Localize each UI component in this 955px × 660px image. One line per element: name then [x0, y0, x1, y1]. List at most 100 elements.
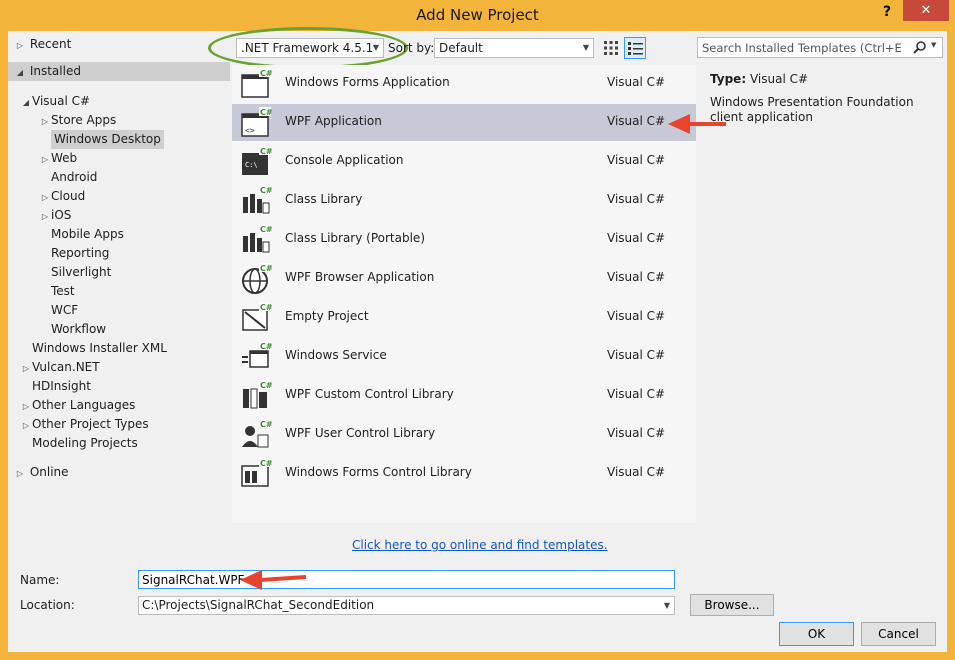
- name-label: Name:: [20, 573, 60, 587]
- template-row[interactable]: C# Class Library (Portable) Visual C#: [232, 221, 696, 258]
- tree-item-label: iOS: [51, 208, 72, 222]
- template-language: Visual C#: [607, 387, 666, 401]
- template-row[interactable]: C# Windows Forms Control Library Visual C#: [232, 455, 696, 492]
- tree-item-label: WCF: [51, 303, 79, 317]
- template-name: WPF Application: [285, 114, 382, 128]
- template-language: Visual C#: [607, 309, 666, 323]
- online-templates-link[interactable]: Click here to go online and find templat…: [352, 538, 608, 552]
- sort-select[interactable]: Default ▼: [434, 38, 594, 58]
- close-button[interactable]: ✕: [903, 0, 949, 21]
- cancel-button[interactable]: Cancel: [861, 622, 936, 646]
- wpf-window-icon: <> C#: [240, 107, 273, 139]
- empty-project-icon: C#: [240, 302, 273, 334]
- tree-item-recent[interactable]: ▷ Recent: [14, 35, 71, 54]
- tree-item[interactable]: Android: [39, 168, 97, 187]
- custom-control-icon: C#: [240, 380, 273, 412]
- template-language: Visual C#: [607, 465, 666, 479]
- expand-arrow-icon[interactable]: ▷: [39, 112, 51, 131]
- tree-item[interactable]: ▷ Web: [39, 149, 77, 168]
- collapse-arrow-icon[interactable]: ◢: [20, 93, 32, 112]
- tree-item[interactable]: ▷ Other Project Types: [20, 415, 149, 434]
- location-label: Location:: [20, 598, 75, 612]
- search-icon[interactable]: [912, 40, 928, 56]
- framework-select[interactable]: .NET Framework 4.5.1 ▼: [236, 38, 384, 58]
- browse-button[interactable]: Browse...: [690, 594, 774, 616]
- svg-text:<>: <>: [245, 126, 255, 135]
- svg-text:C#: C#: [260, 186, 272, 195]
- template-name: Windows Forms Application: [285, 75, 450, 89]
- expand-arrow-icon[interactable]: ▷: [14, 464, 26, 483]
- tree-item-label: Store Apps: [51, 113, 117, 127]
- tree-item-label: Modeling Projects: [32, 436, 138, 450]
- tree-item[interactable]: ▷ Cloud: [39, 187, 85, 206]
- tree-item-label: Silverlight: [51, 265, 112, 279]
- tree-item[interactable]: Windows Desktop: [39, 130, 164, 149]
- template-row[interactable]: C# WPF User Control Library Visual C#: [232, 416, 696, 453]
- template-language: Visual C#: [607, 114, 666, 128]
- framework-value: .NET Framework 4.5.1: [241, 41, 374, 55]
- template-row[interactable]: C# WPF Browser Application Visual C#: [232, 260, 696, 297]
- template-row[interactable]: C# Class Library Visual C#: [232, 182, 696, 219]
- svg-text:C#: C#: [260, 147, 272, 156]
- expand-arrow-icon[interactable]: ▷: [14, 36, 26, 55]
- tree-item-label: Installed: [29, 64, 81, 78]
- tree-item-online[interactable]: ▷ Online: [14, 463, 69, 482]
- template-name: WPF Browser Application: [285, 270, 435, 284]
- svg-text:C#: C#: [260, 303, 272, 312]
- template-language: Visual C#: [607, 426, 666, 440]
- tree-item-label: Visual C#: [32, 94, 91, 108]
- tree-item-label: Vulcan.NET: [32, 360, 100, 374]
- svg-text:C#: C#: [260, 225, 272, 234]
- tree-item-label: HDInsight: [32, 379, 91, 393]
- tree-item[interactable]: ▷ Vulcan.NET: [20, 358, 100, 377]
- tree-item[interactable]: WCF: [39, 301, 78, 320]
- type-label: Type:: [710, 72, 747, 86]
- expand-arrow-icon[interactable]: ▷: [20, 397, 32, 416]
- expand-arrow-icon[interactable]: ▷: [20, 416, 32, 435]
- tree-item[interactable]: Modeling Projects: [20, 434, 138, 453]
- tree-item[interactable]: ▷ iOS: [39, 206, 71, 225]
- tree-item-label: Cloud: [51, 189, 86, 203]
- template-language: Visual C#: [607, 153, 666, 167]
- expand-arrow-icon[interactable]: ▷: [39, 188, 51, 207]
- template-row[interactable]: C# Windows Service Visual C#: [232, 338, 696, 375]
- tree-item-label: Test: [51, 284, 75, 298]
- list-view-button[interactable]: [624, 37, 646, 59]
- template-row[interactable]: C:\ C# Console Application Visual C#: [232, 143, 696, 180]
- tree-item[interactable]: Test: [39, 282, 75, 301]
- globe-icon: C#: [240, 263, 273, 295]
- expand-arrow-icon[interactable]: ▷: [20, 359, 32, 378]
- template-row[interactable]: C# Empty Project Visual C#: [232, 299, 696, 336]
- tree-item[interactable]: Reporting: [39, 244, 109, 263]
- template-description: Windows Presentation Foundation client a…: [710, 95, 914, 124]
- template-row[interactable]: C# Windows Forms Application Visual C#: [232, 65, 696, 102]
- expand-arrow-icon[interactable]: ▷: [39, 207, 51, 226]
- tree-item[interactable]: ▷ Other Languages: [20, 396, 135, 415]
- template-row[interactable]: <> C# WPF Application Visual C#: [232, 104, 696, 141]
- tree-item[interactable]: ▷ Store Apps: [39, 111, 116, 130]
- collapse-arrow-icon[interactable]: ◢: [14, 63, 26, 82]
- search-input[interactable]: [702, 39, 902, 56]
- grid-view-icon[interactable]: [601, 38, 621, 58]
- template-name: Class Library (Portable): [285, 231, 425, 245]
- svg-text:C#: C#: [260, 420, 272, 429]
- template-name: WPF User Control Library: [285, 426, 436, 440]
- forms-control-icon: C#: [240, 458, 273, 490]
- tree-item-installed[interactable]: ◢ Installed: [8, 62, 230, 81]
- expand-arrow-icon[interactable]: ▷: [39, 150, 51, 169]
- tree-item-label: Android: [51, 170, 98, 184]
- help-button[interactable]: ?: [876, 2, 898, 22]
- tree-item[interactable]: HDInsight: [20, 377, 91, 396]
- tree-item[interactable]: Silverlight: [39, 263, 111, 282]
- tree-item[interactable]: Windows Installer XML: [20, 339, 167, 358]
- svg-text:C#: C#: [260, 459, 272, 468]
- location-select[interactable]: C:\Projects\SignalRChat_SecondEdition ▼: [138, 596, 675, 615]
- tree-item[interactable]: ◢ Visual C#: [20, 92, 90, 111]
- chevron-down-icon[interactable]: ▼: [931, 41, 936, 49]
- project-name-input[interactable]: [138, 570, 675, 589]
- ok-button[interactable]: OK: [779, 622, 854, 646]
- type-value: Visual C#: [749, 72, 809, 86]
- tree-item[interactable]: Workflow: [39, 320, 106, 339]
- tree-item[interactable]: Mobile Apps: [39, 225, 124, 244]
- template-row[interactable]: C# WPF Custom Control Library Visual C#: [232, 377, 696, 414]
